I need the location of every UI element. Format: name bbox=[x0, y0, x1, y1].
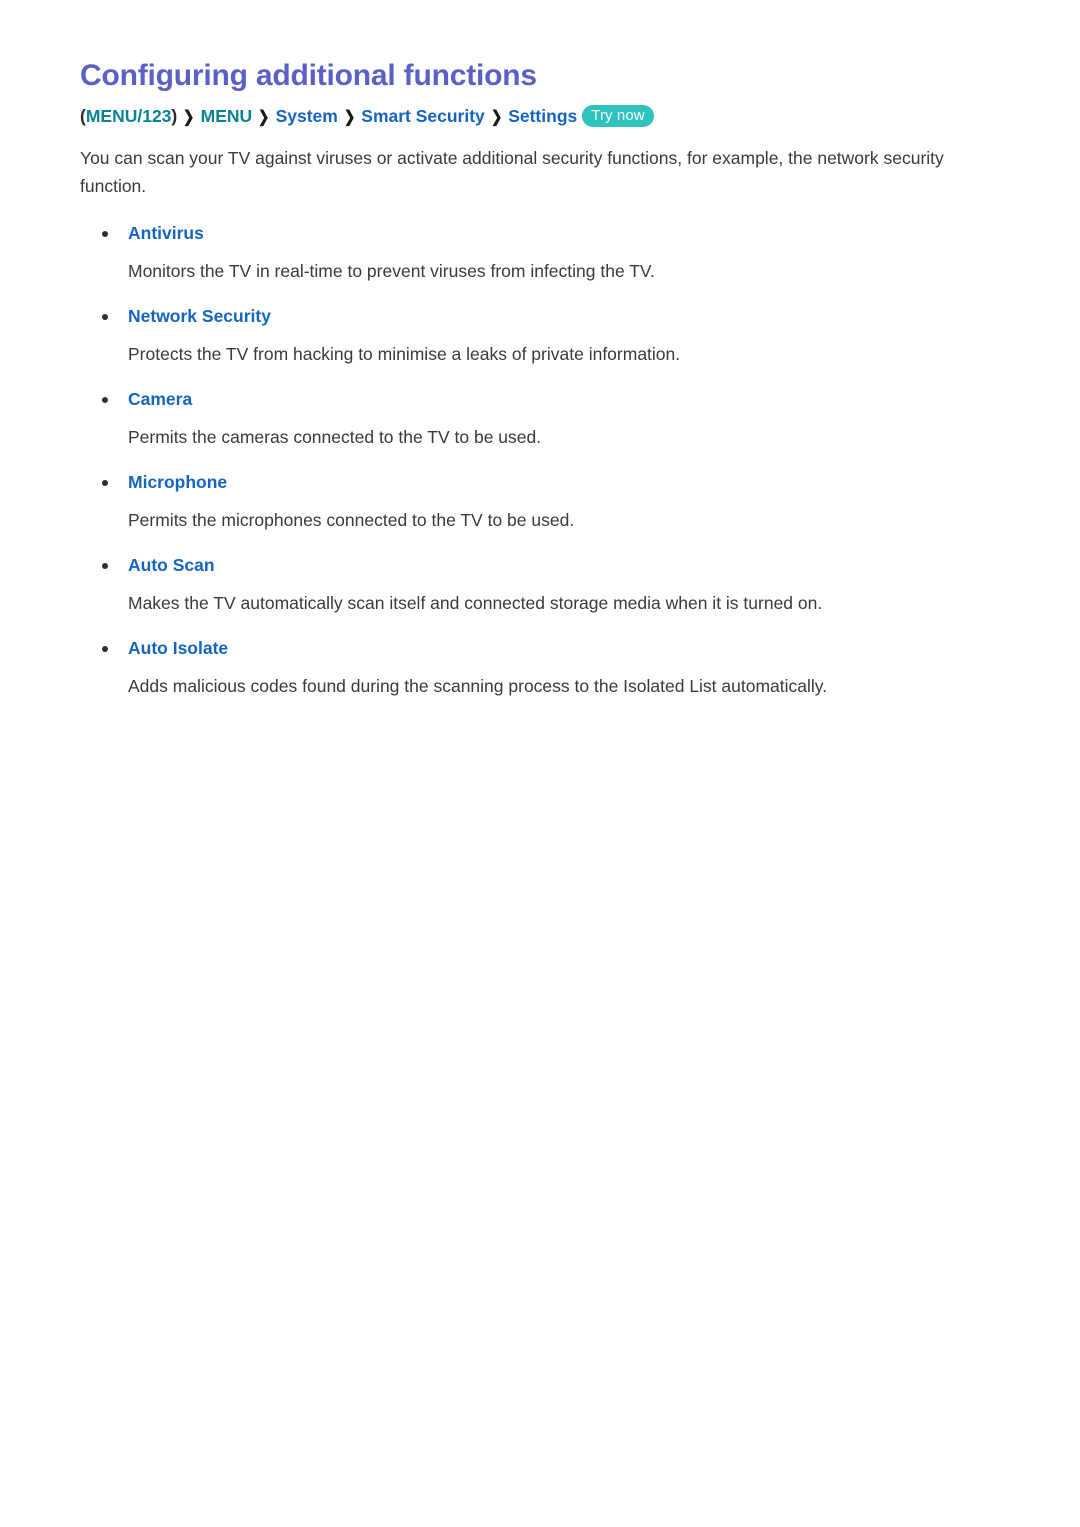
intro-paragraph: You can scan your TV against viruses or … bbox=[80, 148, 944, 196]
content-container: Configuring additional functions (MENU/1… bbox=[80, 58, 1000, 720]
breadcrumb-close-paren: ) bbox=[171, 106, 178, 126]
chevron-right-icon: ❯ bbox=[343, 109, 356, 126]
chevron-right-icon: ❯ bbox=[183, 109, 195, 126]
feature-heading: Auto Isolate bbox=[80, 637, 1000, 660]
list-item: Microphone Permits the microphones conne… bbox=[80, 471, 1000, 534]
bullet-icon bbox=[102, 645, 108, 652]
list-item: Antivirus Monitors the TV in real-time t… bbox=[80, 222, 1000, 285]
breadcrumb-item-system[interactable]: System bbox=[276, 106, 338, 126]
feature-description: Permits the cameras connected to the TV … bbox=[128, 427, 542, 448]
bullet-icon bbox=[102, 396, 108, 403]
breadcrumb-item-menu[interactable]: MENU bbox=[201, 106, 253, 126]
feature-label[interactable]: Auto Scan bbox=[128, 555, 215, 575]
feature-heading: Camera bbox=[80, 388, 1000, 411]
feature-label[interactable]: Network Security bbox=[128, 306, 271, 326]
feature-label[interactable]: Auto Isolate bbox=[128, 638, 228, 658]
bullet-icon bbox=[102, 313, 108, 320]
chevron-right-icon: ❯ bbox=[490, 109, 503, 126]
feature-label[interactable]: Antivirus bbox=[128, 223, 204, 243]
feature-description: Makes the TV automatically scan itself a… bbox=[128, 593, 823, 614]
breadcrumb-item-menu123[interactable]: MENU/123 bbox=[86, 106, 172, 126]
feature-description: Adds malicious codes found during the sc… bbox=[128, 676, 828, 697]
feature-heading: Network Security bbox=[80, 305, 1000, 328]
chevron-right-icon: ❯ bbox=[258, 109, 270, 126]
bullet-icon bbox=[102, 562, 108, 569]
feature-label[interactable]: Microphone bbox=[128, 472, 227, 492]
breadcrumb: (MENU/123) ❯ MENU ❯ System ❯ Smart Security ❯ Se… bbox=[80, 104, 1000, 129]
feature-heading: Antivirus bbox=[80, 222, 1000, 245]
page-title: Configuring additional functions bbox=[80, 59, 537, 92]
list-item: Auto Isolate Adds malicious codes found … bbox=[80, 637, 1000, 700]
feature-label[interactable]: Camera bbox=[128, 389, 192, 409]
feature-list: Antivirus Monitors the TV in real-time t… bbox=[80, 222, 1000, 700]
breadcrumb-item-smart-security[interactable]: Smart Security bbox=[361, 106, 485, 126]
breadcrumb-item-settings[interactable]: Settings bbox=[508, 106, 577, 126]
bullet-icon bbox=[102, 230, 108, 237]
list-item: Auto Scan Makes the TV automatically sca… bbox=[80, 554, 1000, 617]
feature-heading: Microphone bbox=[80, 471, 1000, 494]
feature-heading: Auto Scan bbox=[80, 554, 1000, 577]
feature-description: Permits the microphones connected to the… bbox=[128, 510, 575, 531]
document-page: Configuring additional functions (MENU/1… bbox=[0, 0, 1080, 1527]
try-now-badge[interactable]: Try now bbox=[582, 105, 654, 127]
bullet-icon bbox=[102, 479, 108, 486]
feature-description: Protects the TV from hacking to minimise… bbox=[128, 344, 681, 365]
list-item: Network Security Protects the TV from ha… bbox=[80, 305, 1000, 368]
list-item: Camera Permits the cameras connected to … bbox=[80, 388, 1000, 451]
feature-description: Monitors the TV in real-time to prevent … bbox=[128, 261, 655, 282]
